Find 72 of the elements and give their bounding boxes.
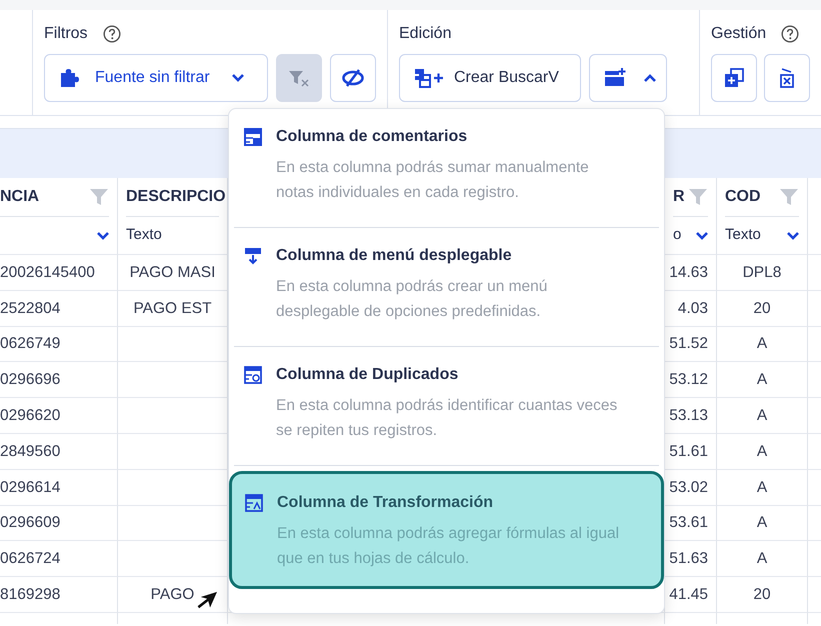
search-column-icon [244,366,262,384]
chevron-icon [696,232,708,240]
copy-plus-icon [724,68,744,88]
menu-item[interactable]: Columna de Duplicados En esta columna podrás identificar cuantas veces se repiten tus registros. [234,347,659,466]
puzzle-icon [59,68,81,88]
add-column-icon [604,68,626,88]
column-type: Texto [126,225,162,246]
type-select[interactable]: Texto [725,224,799,247]
table-cell-text: 14.63 [669,262,708,283]
chevron-icon [787,232,799,240]
table-cell-text: A [756,478,768,498]
table-cell-text: 2849560 [0,442,60,462]
table-cell-text: PAGO [150,584,194,605]
eye-slash-icon [342,68,364,88]
table-cell-text: 53.61 [669,513,708,534]
source-dropdown[interactable]: Fuente sin filtrar [44,54,268,102]
table-cell-text: 0296620 [0,406,60,426]
table-cell-text: A [756,370,768,390]
table-cell-text: A [756,549,768,570]
vlookup-button[interactable]: Crear BuscarV [399,54,581,102]
group-title: Gestión [711,24,766,44]
cursor-icon [196,589,220,611]
table-cell-text: 53.12 [669,370,708,390]
table-cell-text: 2522804 [0,298,60,319]
menu-item[interactable]: Columna de menú desplegable En esta columna podrás crear un menú desplegable de opciones predefinidas. [234,228,659,347]
table-cell-text: 0626724 [0,549,60,570]
formula-column-icon [245,494,263,512]
dropdown-column-icon [244,247,262,265]
group-title: Edición [399,24,452,44]
table-cell-text: 20 [753,584,771,605]
help-icon[interactable] [781,25,800,43]
comment-column-icon [244,128,262,146]
table-cell-text: A [756,334,768,354]
table-cell-text: 4.03 [678,298,708,319]
table-cell-text: PAGO EST [133,298,212,319]
help-icon[interactable] [102,25,121,43]
table-cell-text: PAGO MASI [130,262,216,283]
table-cell-text: 0626749 [0,334,60,354]
table-cell-text: 53.02 [669,478,708,498]
menu-item[interactable]: Columna de Transformación En esta columna podrás agregar fórmulas al igual que en tus hojas de cálculo. [229,471,664,589]
chevron-icon [97,232,109,240]
duplicate-button[interactable] [711,54,757,102]
delete-button[interactable] [764,54,810,102]
table-cell-text: 0296614 [0,478,60,498]
add-column-button[interactable] [588,54,666,102]
chevron-icon [644,74,656,82]
filter-clear-icon [288,68,310,86]
menu-item[interactable]: Columna de comentarios En esta columna podrás sumar manualmente notas individuales en cada registro. [234,109,659,228]
table-plus-icon [414,68,444,88]
table-cell-text: DPL8 [742,262,782,283]
chevron-icon [232,74,244,82]
column-header: R [673,187,685,207]
table-cell-text: 53.13 [669,406,708,426]
hide-button[interactable] [330,54,376,102]
table-cell-text: 20026145400 [0,262,95,283]
table-cell-text: 0296696 [0,370,60,390]
clear-icon [779,68,796,88]
table-cell-text: 51.63 [669,549,708,570]
table-cell-text: 51.52 [669,334,708,354]
column-header: COD [725,187,761,207]
table-cell-text: A [756,513,768,534]
type-select[interactable]: o [673,224,708,247]
table-cell-text: A [756,406,768,426]
table-cell-text: 51.61 [669,442,708,462]
table-cell-text: 8169298 [0,584,60,605]
column-header: DESCRIPCIO [126,187,226,207]
table-cell-text: 41.45 [669,584,708,605]
table-cell-text: 0296609 [0,513,60,534]
table-cell-text: 20 [753,298,771,319]
group-title: Filtros [44,24,88,44]
column-header: NCIA [0,187,40,207]
table-cell-text: A [756,442,768,462]
